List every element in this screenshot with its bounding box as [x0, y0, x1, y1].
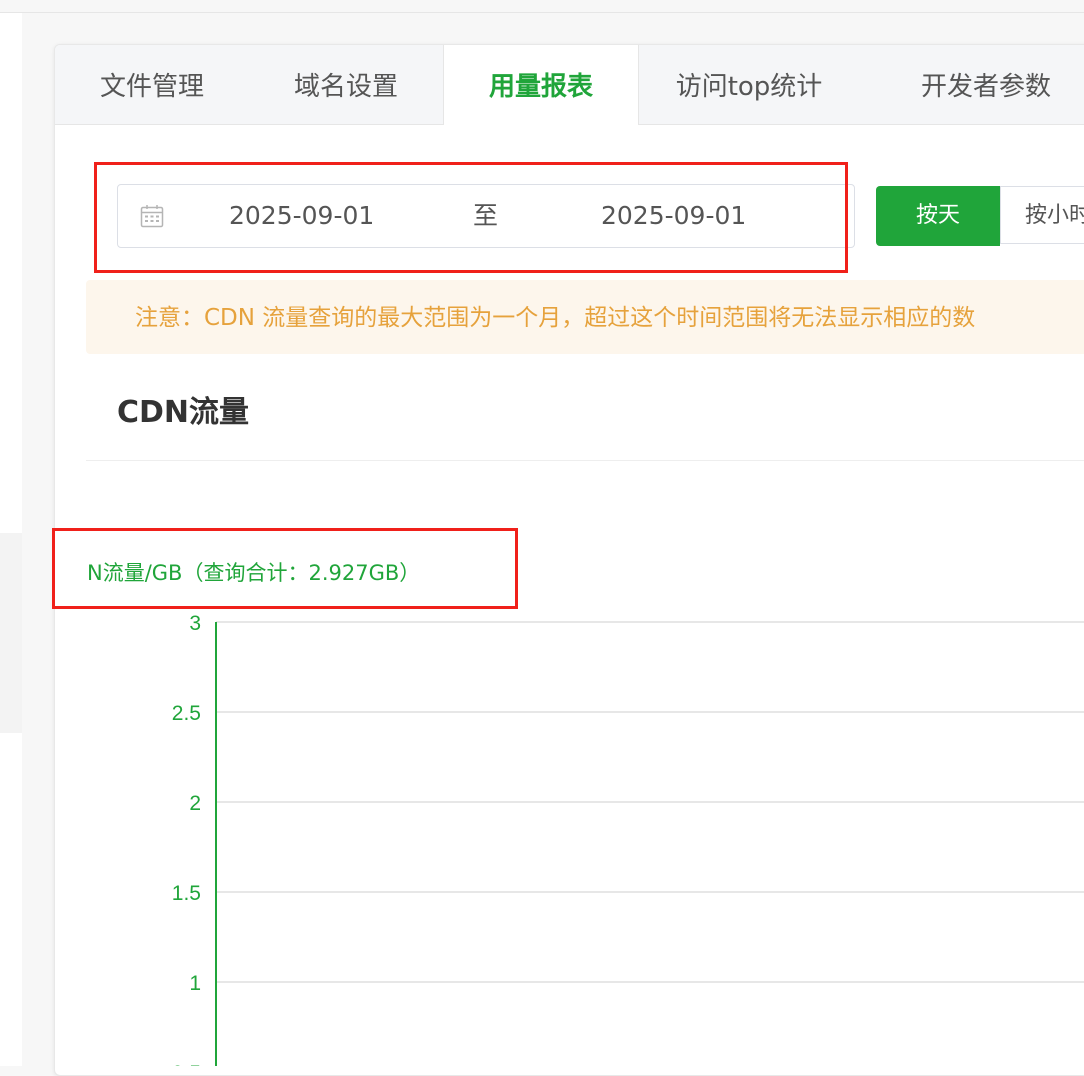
y-tick-label: 2 — [189, 792, 201, 815]
left-panel — [0, 13, 22, 1066]
y-tick-label: 1.5 — [172, 882, 201, 905]
y-tick-label: 1 — [189, 972, 201, 995]
tab-developer-params[interactable]: 开发者参数 — [860, 45, 1084, 124]
top-border — [0, 12, 1084, 13]
tab-usage-report[interactable]: 用量报表 — [443, 45, 639, 125]
section-title: CDN流量 — [117, 395, 250, 430]
y-tick-label: 0.5 — [172, 1062, 201, 1066]
tab-top-stats[interactable]: 访问top统计 — [638, 45, 860, 124]
traffic-chart: 3 2.5 2 1.5 1 0.5 — [172, 612, 1084, 1066]
tab-bar: 文件管理 域名设置 用量报表 访问top统计 开发者参数 — [55, 45, 1084, 125]
y-tick-label: 3 — [189, 612, 201, 635]
highlight-chart-title — [52, 528, 518, 609]
notice-text: 注意：CDN 流量查询的最大范围为一个月，超过这个时间范围将无法显示相应的数 — [135, 305, 976, 331]
y-tick-label: 2.5 — [172, 702, 201, 725]
section-divider — [86, 460, 1084, 461]
notice-banner: 注意：CDN 流量查询的最大范围为一个月，超过这个时间范围将无法显示相应的数 — [86, 280, 1084, 354]
by-day-button[interactable]: 按天 — [876, 186, 1000, 246]
tab-domain-settings[interactable]: 域名设置 — [249, 45, 443, 124]
by-hour-button[interactable]: 按小时 — [1000, 186, 1084, 244]
highlight-date-range — [94, 162, 848, 273]
left-panel-shade — [0, 533, 22, 733]
tab-file-management[interactable]: 文件管理 — [55, 45, 249, 124]
